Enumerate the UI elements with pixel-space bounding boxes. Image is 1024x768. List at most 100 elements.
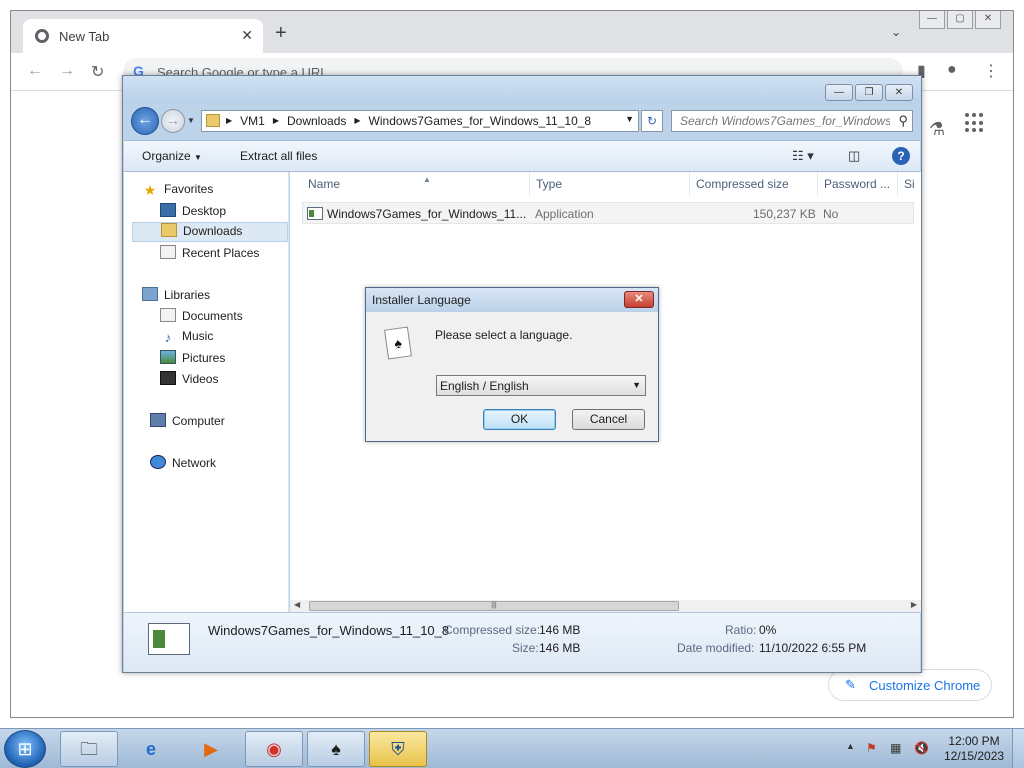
explorer-titlebar[interactable]: — ❐ ✕ (123, 76, 921, 104)
nav-label: Favorites (164, 182, 214, 196)
tab-close-icon[interactable]: ✕ (241, 27, 253, 44)
details-compressed-label: Compressed size: (444, 623, 541, 637)
cancel-button[interactable]: Cancel (572, 409, 645, 430)
breadcrumb-downloads[interactable]: Downloads (287, 114, 346, 128)
dialog-titlebar[interactable]: Installer Language ✕ (366, 288, 658, 312)
file-type: Application (535, 207, 594, 221)
restore-icon[interactable]: ❐ (855, 84, 883, 101)
media-player-icon[interactable]: ▶ (182, 731, 240, 767)
nav-item-pictures[interactable]: Pictures (160, 350, 225, 370)
maximize-icon[interactable]: ▢ (947, 11, 973, 29)
start-button[interactable]: ⊞ (4, 730, 46, 768)
computer-icon (150, 413, 166, 427)
internet-explorer-icon[interactable]: e (122, 731, 180, 767)
address-dropdown-icon[interactable]: ▼ (625, 114, 634, 124)
nav-item-favorites[interactable]: ★ Favorites (142, 182, 214, 202)
details-ratio-value: 0% (759, 623, 777, 637)
chrome-window-controls: — ▢ ✕ (919, 11, 1001, 29)
address-bar[interactable]: ▶ VM1 ▶ Downloads ▶ Windows7Games_for_Wi… (201, 110, 639, 132)
refresh-icon[interactable]: ↻ (641, 110, 663, 132)
menu-kebab-icon[interactable]: ⋮ (983, 61, 999, 81)
nav-item-downloads[interactable]: Downloads (132, 222, 288, 242)
close-icon[interactable]: ✕ (624, 291, 654, 308)
action-center-flag-icon[interactable]: ⚑ (866, 741, 877, 755)
network-status-icon[interactable]: ▦ (890, 741, 901, 755)
back-arrow-icon[interactable]: ← (131, 107, 159, 135)
nav-label: Downloads (183, 224, 243, 238)
search-icon[interactable]: ⚲ (898, 113, 908, 129)
folder-icon (206, 114, 220, 127)
scroll-left-icon[interactable]: ◀ (294, 600, 300, 609)
file-password: No (823, 207, 839, 221)
nav-item-recent-places[interactable]: Recent Places (160, 245, 259, 265)
labs-flask-icon[interactable]: ⚗ (929, 119, 945, 140)
column-header-name[interactable]: Name ▲ (302, 172, 530, 196)
nav-item-music[interactable]: ♪ Music (160, 329, 214, 349)
nav-item-network[interactable]: Network (150, 455, 216, 475)
breadcrumb-archive[interactable]: Windows7Games_for_Windows_11_10_8 (369, 114, 592, 128)
chevron-down-icon: ▼ (194, 153, 202, 162)
sort-ascending-icon: ▲ (423, 175, 431, 184)
breadcrumb-separator-icon[interactable]: ▶ (273, 114, 279, 128)
nav-item-libraries[interactable]: Libraries (142, 287, 210, 307)
help-icon[interactable]: ? (892, 147, 910, 165)
minimize-icon[interactable]: — (825, 84, 853, 101)
language-select[interactable]: English / English ▼ (436, 375, 646, 396)
playing-card-icon[interactable]: ♠ (307, 731, 365, 767)
explorer-folder-icon[interactable]: 🗀 (60, 731, 118, 767)
preview-pane-icon[interactable]: ◫ (848, 148, 860, 164)
nav-item-computer[interactable]: Computer (150, 413, 225, 433)
archive-application-icon (148, 623, 190, 655)
minimize-icon[interactable]: — (919, 11, 945, 29)
show-desktop-button[interactable] (1012, 729, 1024, 768)
chrome-icon (35, 29, 49, 43)
recent-places-icon (160, 245, 176, 259)
column-header-size[interactable]: Si (898, 172, 921, 196)
dialog-message: Please select a language. (435, 328, 573, 342)
new-tab-button[interactable]: + (275, 23, 287, 43)
nav-label: Videos (182, 372, 219, 386)
organize-button[interactable]: Organize ▼ (142, 149, 202, 163)
profile-avatar-icon[interactable]: ● (947, 61, 957, 79)
search-input[interactable] (672, 111, 890, 131)
apps-grid-icon[interactable] (965, 113, 985, 133)
nav-item-documents[interactable]: Documents (160, 308, 243, 328)
nav-item-videos[interactable]: Videos (160, 371, 218, 391)
scroll-right-icon[interactable]: ▶ (911, 600, 917, 609)
forward-arrow-icon[interactable]: → (161, 109, 185, 133)
horizontal-scrollbar[interactable]: ◀ ||| ▶ (290, 600, 921, 612)
uac-shield-icon[interactable]: ⛨ (369, 731, 427, 767)
clock-date: 12/15/2023 (944, 749, 1005, 763)
dialog-title: Installer Language (372, 293, 471, 307)
ok-button[interactable]: OK (483, 409, 556, 430)
back-arrow-icon[interactable]: ← (27, 62, 43, 80)
downloads-folder-icon (161, 223, 177, 237)
forward-arrow-icon[interactable]: → (59, 62, 75, 80)
tab-search-chevron-icon[interactable]: ⌄ (891, 25, 901, 39)
scrollbar-thumb[interactable]: ||| (309, 601, 679, 611)
volume-muted-icon[interactable]: 🔇 (914, 741, 929, 755)
clock[interactable]: 12:00 PM 12/15/2023 (944, 734, 1004, 764)
tab-new-tab[interactable]: New Tab ✕ (23, 19, 263, 53)
extract-all-files-button[interactable]: Extract all files (240, 149, 317, 163)
breadcrumb-separator-icon[interactable]: ▶ (226, 114, 232, 128)
close-icon[interactable]: ✕ (885, 84, 913, 101)
reload-icon[interactable]: ↻ (91, 62, 104, 82)
breadcrumb-vm1[interactable]: VM1 (240, 114, 265, 128)
chrome-icon[interactable]: ◉ (245, 731, 303, 767)
show-hidden-icons-icon[interactable]: ▲ (846, 741, 855, 751)
view-options-icon[interactable]: ☷ ▾ (792, 148, 814, 164)
table-row[interactable]: Windows7Games_for_Windows_11... Applicat… (302, 202, 914, 224)
column-header-type[interactable]: Type (530, 172, 690, 196)
recent-pages-dropdown-icon[interactable]: ▼ (187, 116, 195, 125)
close-icon[interactable]: ✕ (975, 11, 1001, 29)
nav-item-desktop[interactable]: Desktop (160, 203, 226, 223)
column-header-password[interactable]: Password ... (818, 172, 898, 196)
column-header-compressed-size[interactable]: Compressed size (690, 172, 818, 196)
details-size-label: Size: (512, 641, 539, 655)
customize-chrome-button[interactable]: ✎ Customize Chrome (828, 669, 992, 701)
customize-chrome-label: Customize Chrome (869, 678, 981, 693)
breadcrumb-separator-icon[interactable]: ▶ (354, 114, 360, 128)
command-bar: Organize ▼ Extract all files ☷ ▾ ◫ ? (124, 140, 920, 172)
organize-label: Organize (142, 149, 191, 163)
